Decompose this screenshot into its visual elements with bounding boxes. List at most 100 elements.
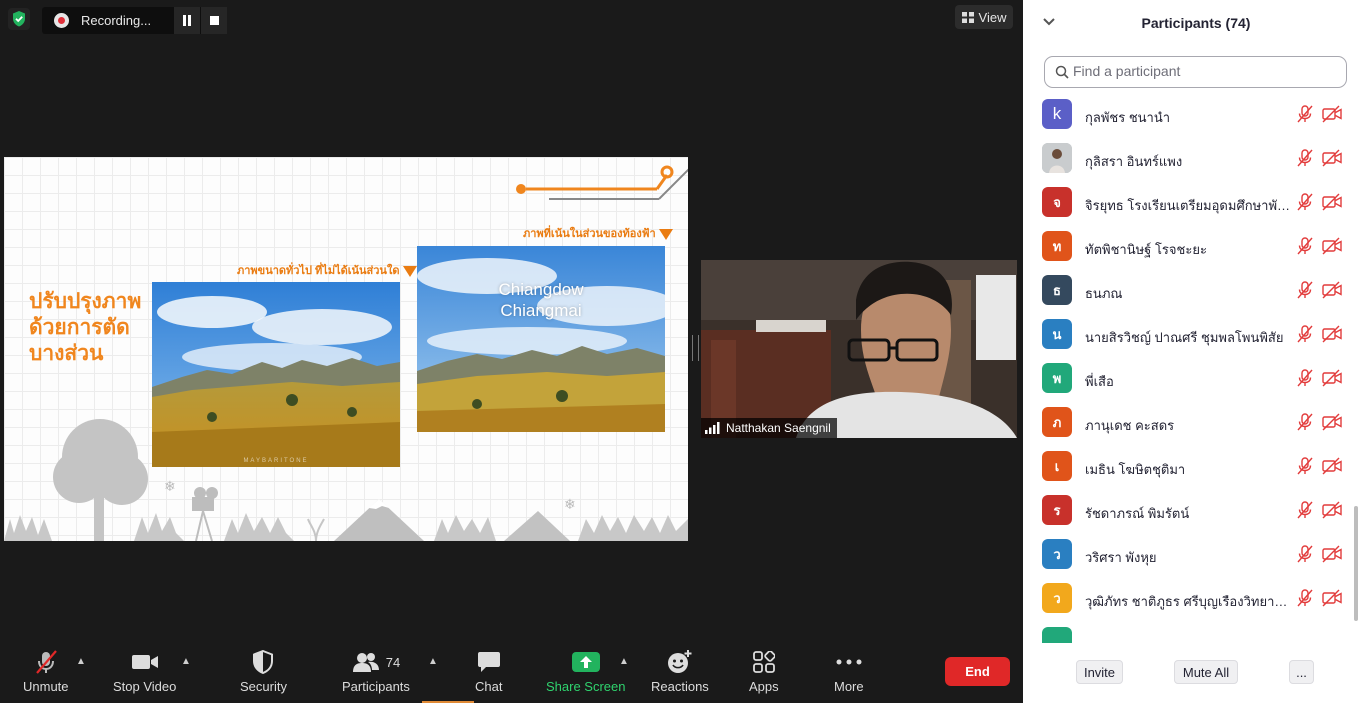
avatar: ว — [1042, 539, 1072, 569]
security-button[interactable]: Security — [240, 648, 287, 694]
participant-list-scrollbar[interactable] — [1354, 506, 1358, 621]
share-screen-button[interactable]: Share Screen — [546, 648, 626, 694]
search-icon — [1055, 65, 1069, 79]
video-off-icon[interactable] — [1322, 545, 1342, 563]
audio-options-chevron-up-icon[interactable]: ▲ — [76, 656, 86, 667]
participant-row[interactable]: ว วุฒิภัทร ชาติภูธร ศรีบุญเรืองวิทยาคาร — [1023, 577, 1359, 621]
participants-options-chevron-up-icon[interactable]: ▲ — [428, 656, 438, 667]
participants-panel: Participants (74) k กุลพัชร ชนานำ กุลิสร… — [1023, 0, 1359, 703]
participants-panel-title: Participants (74) — [1141, 15, 1251, 31]
participants-count: 74 — [385, 654, 401, 670]
participant-row[interactable]: น นายสิรวิชญ์ ปาณศรี ชุมพลโพนพิสัย — [1023, 313, 1359, 357]
video-off-icon[interactable] — [1322, 501, 1342, 519]
participant-video-tile[interactable]: Natthakan Saengnil — [701, 260, 1017, 438]
participants-panel-header: Participants (74) — [1023, 0, 1359, 46]
video-off-icon[interactable] — [1322, 105, 1342, 123]
mic-muted-icon[interactable] — [1296, 105, 1314, 123]
participants-button[interactable]: 74 Participants — [342, 648, 410, 694]
grid-icon — [961, 11, 974, 23]
avatar: ท — [1042, 231, 1072, 261]
pause-recording-button[interactable] — [174, 7, 200, 34]
participant-row[interactable]: ร รัชดาภรณ์ พิมรัตน์ — [1023, 489, 1359, 533]
stop-recording-button[interactable] — [201, 7, 227, 34]
participant-row[interactable]: ท ทัตพิชานิษฐ์ โรจชะยะ — [1023, 225, 1359, 269]
video-off-icon[interactable] — [1322, 369, 1342, 387]
avatar: จ — [1042, 187, 1072, 217]
video-off-icon[interactable] — [1322, 325, 1342, 343]
view-button[interactable]: View — [955, 5, 1013, 29]
video-off-icon[interactable] — [1322, 281, 1342, 299]
mic-muted-icon[interactable] — [1296, 281, 1314, 299]
participant-row[interactable]: ภ ภานุเดช คะสดร — [1023, 401, 1359, 445]
reactions-button[interactable]: Reactions — [651, 648, 709, 694]
stop-video-button[interactable]: Stop Video — [113, 648, 176, 694]
participants-icon — [352, 653, 379, 672]
participant-name: ทัตพิชานิษฐ์ โรจชะยะ — [1085, 242, 1207, 257]
mic-muted-icon[interactable] — [1296, 237, 1314, 255]
video-off-icon[interactable] — [1322, 149, 1342, 167]
video-options-chevron-up-icon[interactable]: ▲ — [181, 656, 191, 667]
participant-search[interactable] — [1044, 56, 1347, 88]
participant-row[interactable]: k กุลพัชร ชนานำ — [1023, 93, 1359, 137]
unmute-button[interactable]: Unmute — [23, 648, 69, 694]
participant-search-input[interactable] — [1073, 63, 1333, 79]
signal-strength-icon — [705, 422, 720, 434]
shared-screen-slide: ปรับปรุงภาพ ด้วยการตัด บางส่วน ภาพขนาดทั… — [4, 157, 688, 541]
avatar: น — [1042, 319, 1072, 349]
avatar: พ — [1042, 363, 1072, 393]
avatar: ว — [1042, 583, 1072, 613]
mic-muted-icon[interactable] — [1296, 325, 1314, 343]
mountain-photo-cropped: Chiangdow Chiangmai — [417, 246, 665, 432]
video-off-icon[interactable] — [1322, 413, 1342, 431]
participant-name: รัชดาภรณ์ พิมรัตน์ — [1085, 506, 1190, 521]
stop-icon — [209, 16, 219, 25]
mic-muted-icon[interactable] — [1296, 149, 1314, 167]
more-button[interactable]: More — [834, 648, 864, 694]
participant-name: ธนภณ — [1085, 286, 1123, 301]
mic-muted-icon[interactable] — [1296, 413, 1314, 431]
more-options-button[interactable]: ... — [1289, 660, 1314, 684]
recording-indicator: Recording... — [42, 7, 227, 34]
mic-muted-icon[interactable] — [1296, 501, 1314, 519]
avatar: k — [1042, 99, 1072, 129]
participant-name: กุลพัชร ชนานำ — [1085, 110, 1171, 125]
slide-title: ปรับปรุงภาพ ด้วยการตัด บางส่วน — [29, 290, 142, 365]
video-off-icon[interactable] — [1322, 589, 1342, 607]
avatar: ภ — [1042, 407, 1072, 437]
participant-row[interactable]: เ เมธิน โฆษิตชุติมา — [1023, 445, 1359, 489]
more-dots-icon — [836, 659, 862, 665]
mic-muted-icon[interactable] — [1296, 369, 1314, 387]
recording-dot-icon — [54, 13, 69, 28]
participant-row[interactable]: พ พี่เสือ — [1023, 357, 1359, 401]
mic-muted-icon — [35, 650, 57, 674]
participant-row[interactable]: ว วริศรา พังหุย — [1023, 533, 1359, 577]
mic-muted-icon[interactable] — [1296, 545, 1314, 563]
caption-sky-photo: ภาพที่เน้นในส่วนของท้องฟ้า — [523, 224, 673, 242]
mic-muted-icon[interactable] — [1296, 193, 1314, 211]
share-options-chevron-up-icon[interactable]: ▲ — [619, 656, 629, 667]
participant-name: ภานุเดช คะสดร — [1085, 418, 1175, 433]
mute-all-button[interactable]: Mute All — [1174, 660, 1238, 684]
mic-muted-icon[interactable] — [1296, 457, 1314, 475]
view-label: View — [978, 9, 1007, 25]
mic-muted-icon[interactable] — [1296, 589, 1314, 607]
apps-button[interactable]: Apps — [749, 648, 779, 694]
avatar: ธ — [1042, 275, 1072, 305]
video-off-icon[interactable] — [1322, 237, 1342, 255]
participant-row[interactable]: จ จิรยุทธ โรงเรียนเตรียมอุดมศึกษาพัฒ... — [1023, 181, 1359, 225]
encryption-shield-icon[interactable] — [8, 8, 30, 30]
participant-name: วุฒิภัทร ชาติภูธร ศรีบุญเรืองวิทยาคาร — [1085, 594, 1293, 609]
participants-panel-footer: Invite Mute All ... — [1023, 650, 1359, 703]
invite-button[interactable]: Invite — [1076, 660, 1123, 684]
chat-button[interactable]: Chat — [475, 648, 502, 694]
participant-list: k กุลพัชร ชนานำ กุลิสรา อินทร์แพง จ จิรย… — [1023, 93, 1359, 643]
video-camera-icon — [131, 655, 158, 669]
participant-row[interactable] — [1023, 621, 1359, 643]
meeting-toolbar: Unmute ▲ Stop Video ▲ Security 74 Partic… — [0, 640, 1023, 703]
video-off-icon[interactable] — [1322, 193, 1342, 211]
participant-row[interactable]: ธ ธนภณ — [1023, 269, 1359, 313]
split-resize-handle[interactable] — [692, 335, 699, 361]
video-off-icon[interactable] — [1322, 457, 1342, 475]
participant-row[interactable]: กุลิสรา อินทร์แพง — [1023, 137, 1359, 181]
end-meeting-button[interactable]: End — [945, 657, 1010, 686]
